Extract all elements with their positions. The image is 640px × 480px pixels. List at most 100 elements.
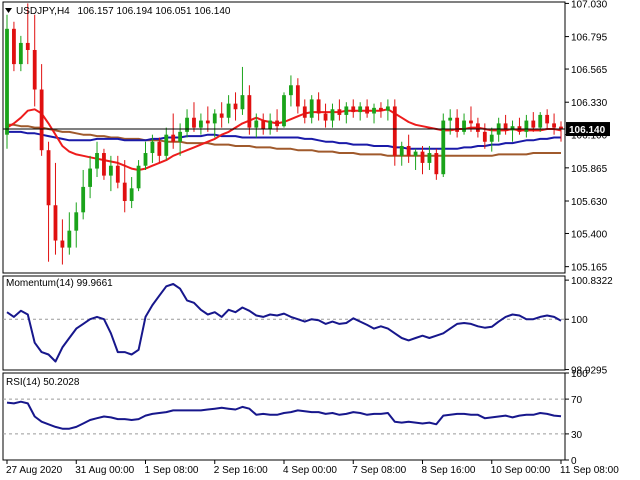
current-price-label: 106.140 [569, 125, 606, 136]
candle-body [302, 106, 307, 118]
candle-body [413, 151, 418, 156]
momentum-tick-label: 100.8322 [571, 276, 613, 287]
candle-body [212, 113, 217, 124]
candle-body [379, 107, 383, 111]
time-tick-label: 7 Sep 08:00 [352, 465, 406, 476]
candle-body [240, 95, 245, 110]
candle-body [538, 114, 543, 128]
collapse-triangle-icon[interactable] [5, 8, 12, 13]
candle-body [351, 106, 356, 113]
price-tick-label: 105.400 [571, 229, 608, 240]
price-tick-label: 106.565 [571, 65, 608, 76]
momentum-panel: 100.832210098.9295 [2, 275, 613, 377]
rsi-panel: 10070300 [2, 369, 588, 467]
candle-body [420, 151, 425, 163]
rsi-tick-label: 70 [571, 395, 583, 406]
ohlc-values: 106.157 106.194 106.051 106.140 [78, 6, 231, 17]
candle-body [150, 141, 155, 154]
candle-body [275, 120, 279, 127]
candle-body [524, 120, 529, 132]
candle-body [365, 106, 370, 114]
candle-body [316, 99, 321, 114]
candle-body [129, 188, 134, 202]
candle-body [5, 28, 9, 135]
candle-body [268, 120, 273, 130]
candle-body [39, 89, 44, 151]
price-tick-label: 106.795 [571, 33, 608, 44]
candle-body [205, 120, 210, 124]
candle-body [192, 117, 196, 128]
candle-body [510, 126, 515, 131]
candle-body [399, 145, 404, 156]
candle-body [261, 120, 266, 130]
candle-body [60, 240, 65, 248]
momentum-header: Momentum(14) 99.9661 [6, 278, 113, 289]
candle-body [164, 134, 169, 156]
candle-body [136, 165, 141, 189]
candle-body [95, 153, 99, 169]
time-tick-label: 8 Sep 16:00 [422, 465, 476, 476]
candle-body [289, 85, 293, 96]
candle-body [489, 134, 494, 142]
price-tick-label: 105.865 [571, 164, 608, 175]
rsi-header: RSI(14) 50.2028 [6, 377, 80, 388]
candle-body [25, 42, 30, 50]
candle-body [295, 85, 300, 107]
trading-chart: 107.030106.795106.565106.330106.100105.8… [2, 0, 619, 476]
time-tick-label: 31 Aug 00:00 [75, 465, 134, 476]
rsi-tick-label: 30 [571, 430, 583, 441]
candle-body [102, 153, 106, 176]
candle-body [358, 106, 363, 113]
time-tick-label: 27 Aug 2020 [6, 465, 63, 476]
candle-body [309, 99, 314, 118]
candle-body [455, 117, 460, 132]
rsi-tick-label: 100 [571, 369, 588, 380]
candle-body [406, 145, 411, 156]
candle-body [108, 165, 113, 176]
time-tick-label: 1 Sep 08:00 [145, 465, 199, 476]
candle-body [427, 153, 432, 163]
candle-body [115, 165, 120, 183]
candle-body [282, 95, 286, 127]
candle-body [18, 42, 23, 65]
candle-body [344, 106, 349, 115]
candle-body [53, 205, 58, 241]
candle-body [448, 117, 453, 121]
price-tick-label: 105.165 [571, 263, 608, 274]
candle-body [372, 107, 376, 114]
candle-body [171, 134, 176, 142]
candle-body [475, 123, 480, 132]
price-tick-label: 107.030 [571, 0, 608, 10]
candle-body [385, 106, 390, 111]
candle-body [434, 153, 439, 175]
candle-body [185, 117, 189, 132]
candle-body [531, 120, 536, 128]
time-tick-label: 11 Sep 08:00 [560, 465, 619, 476]
candle-body [74, 212, 79, 231]
candle-body [545, 114, 550, 124]
candle-body [226, 103, 231, 118]
time-tick-label: 2 Sep 16:00 [214, 465, 268, 476]
candle-body [482, 131, 487, 142]
candle-body [122, 182, 127, 202]
candle-body [88, 168, 93, 187]
candle-body [81, 186, 86, 213]
candle-body [198, 120, 203, 128]
time-axis: 27 Aug 2020 31 Aug 00:00 1 Sep 08:00 2 Sep … [6, 460, 619, 476]
candle-body [157, 141, 162, 156]
rsi-line [6, 400, 562, 430]
candle-body [254, 120, 259, 128]
candle-body [323, 113, 328, 121]
candle-body [143, 153, 148, 166]
momentum-line [6, 283, 562, 363]
candle-body [32, 49, 37, 90]
candle-body [67, 230, 72, 248]
candle-body [392, 106, 397, 156]
symbol-label: USDJPY,H4 [16, 6, 70, 17]
candle-body [46, 150, 51, 206]
candle-body [552, 123, 556, 128]
price-header: USDJPY,H4 106.157 106.194 106.051 106.14… [16, 6, 231, 17]
price-tick-label: 106.330 [571, 98, 608, 109]
candle-body [247, 95, 252, 128]
momentum-tick-label: 100 [571, 315, 588, 326]
